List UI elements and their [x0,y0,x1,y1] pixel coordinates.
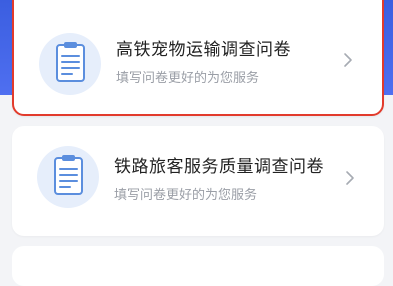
survey-subtitle: 填写问卷更好的为您服务 [116,71,260,86]
chevron-right-icon [344,53,352,67]
chevron-right-icon [346,171,354,185]
survey-document-icon [37,146,99,208]
survey-document-icon [39,33,101,95]
survey-card-pet-transport[interactable]: 高铁宠物运输调查问卷 填写问卷更好的为您服务 [12,0,384,116]
survey-title: 铁路旅客服务质量调查问卷 [114,157,324,177]
survey-card-partial[interactable] [12,246,384,286]
survey-subtitle: 填写问卷更好的为您服务 [114,188,258,203]
survey-title: 高铁宠物运输调查问卷 [116,40,291,60]
survey-card-service-quality[interactable]: 铁路旅客服务质量调查问卷 填写问卷更好的为您服务 [12,126,384,236]
